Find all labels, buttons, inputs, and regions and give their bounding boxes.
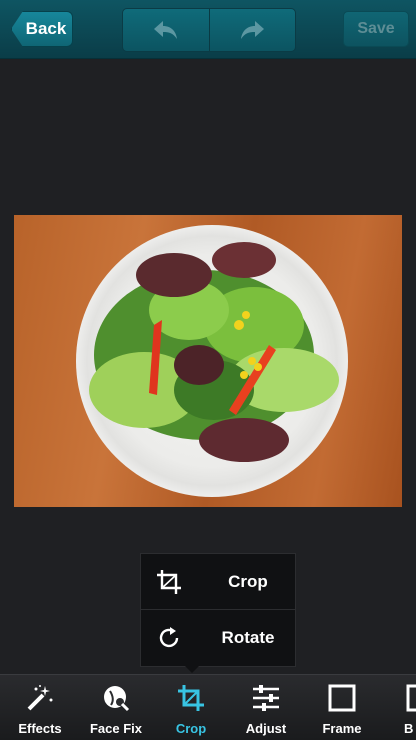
tool-partial[interactable]: B <box>380 675 416 740</box>
bottom-toolbar: Effects Face Fix Crop Adjust Frame B <box>0 674 416 740</box>
sliders-icon <box>253 685 279 711</box>
undo-button[interactable] <box>123 9 209 51</box>
popover-crop-label: Crop <box>228 571 268 591</box>
magic-wand-icon <box>27 685 53 711</box>
popover-rotate-label: Rotate <box>221 627 275 647</box>
tool-face-fix-label: Face Fix <box>89 721 143 736</box>
redo-icon <box>241 21 265 39</box>
photo-canvas[interactable] <box>14 215 402 507</box>
crop-icon <box>178 685 204 711</box>
tool-face-fix[interactable]: Face Fix <box>79 675 153 740</box>
tool-partial-label: B <box>404 721 414 736</box>
popover-rotate-item[interactable]: Rotate <box>141 609 295 665</box>
partial-icon <box>406 684 416 712</box>
crop-popover-menu: Crop Rotate <box>140 553 296 667</box>
tool-crop[interactable]: Crop <box>154 675 228 740</box>
tool-adjust[interactable]: Adjust <box>229 675 303 740</box>
tool-adjust-label: Adjust <box>245 721 287 736</box>
popover-crop-item[interactable]: Crop <box>141 554 295 609</box>
redo-button[interactable] <box>210 9 296 51</box>
salad-image <box>89 242 339 462</box>
undo-redo-group <box>122 8 296 52</box>
tool-crop-label: Crop <box>175 721 207 736</box>
tool-frame[interactable]: Frame <box>305 675 379 740</box>
crop-icon <box>157 570 181 594</box>
undo-icon <box>153 21 177 39</box>
frame-icon <box>328 684 356 712</box>
rotate-icon <box>159 627 179 648</box>
top-bar: Back Save <box>0 0 416 59</box>
popover-caret <box>184 665 200 673</box>
tool-effects[interactable]: Effects <box>3 675 77 740</box>
save-button[interactable]: Save <box>343 11 409 47</box>
back-button[interactable]: Back <box>11 11 73 47</box>
tool-frame-label: Frame <box>322 721 362 736</box>
tool-effects-label: Effects <box>18 721 62 736</box>
face-fix-icon <box>104 686 130 712</box>
